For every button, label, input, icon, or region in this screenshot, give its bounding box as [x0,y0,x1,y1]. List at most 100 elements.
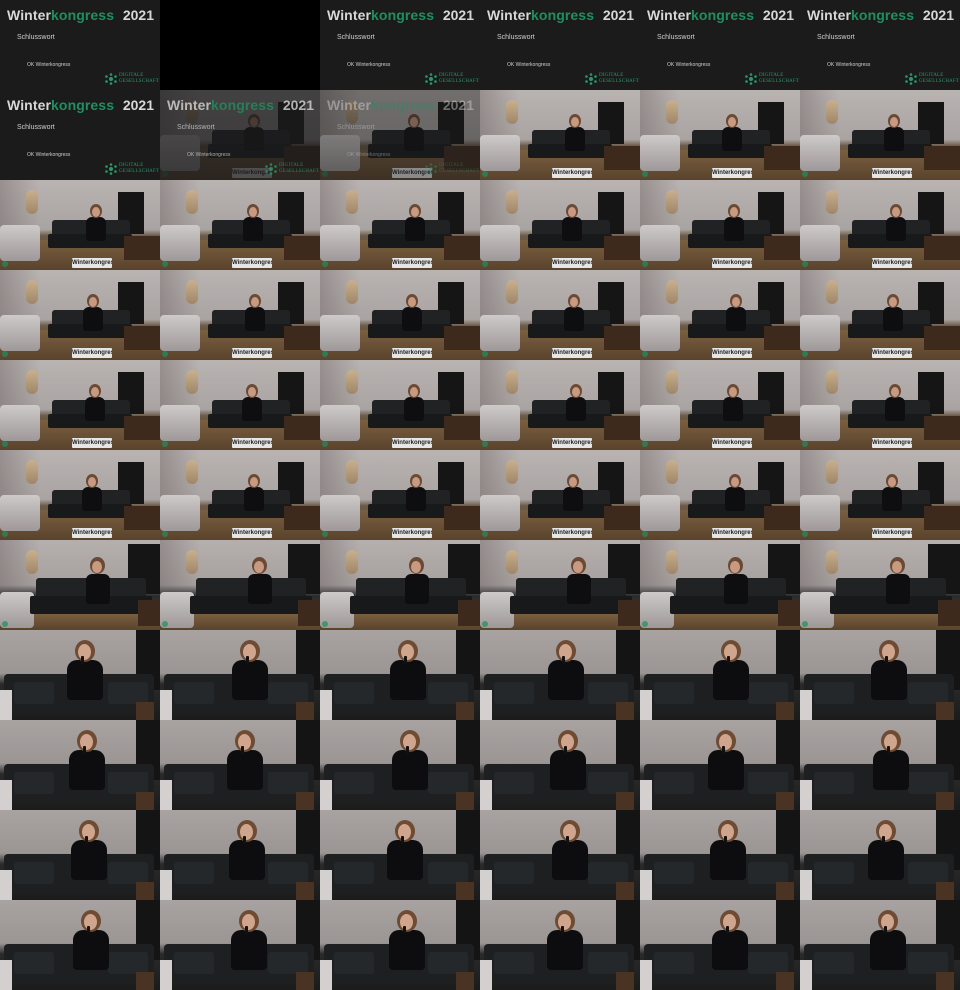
event-year: 2021 [442,7,474,23]
sofa-cushion [14,682,54,704]
speaker-face [888,477,896,487]
floor-lamp [26,550,38,574]
side-table [136,792,154,810]
event-title: Winterkongress [647,7,754,23]
title-card-frame: Winterkongress 2021 Schlusswort OK Winte… [0,0,160,90]
event-sign: Winterkongress [392,258,432,268]
speaker-face [412,477,420,487]
speaker-body [726,307,746,331]
title-overlay: Winterkongress 2021 Schlusswort OK Winte… [160,90,320,180]
speaker-face [411,207,419,217]
armchair [800,690,812,720]
wide-shot-frame: Winterkongress [640,90,800,180]
floor-lamp [506,460,518,484]
watermark-logo-icon [162,351,168,357]
wide-shot-frame: Winterkongress [160,270,320,360]
close-up-frame [640,630,800,720]
watermark-logo-icon [482,441,488,447]
wide-shot-frame: Winterkongress [800,90,960,180]
speaker-body [868,840,904,880]
side-table [764,326,800,350]
speaker-body [885,397,905,421]
speaker-face [248,387,256,397]
logo-wordmark-line2: GESELLSCHAFT [759,78,800,84]
wide-shot-frame: Winterkongress [0,360,160,450]
speaker-body [724,574,748,604]
wide-shot-frame: Winterkongress [160,180,320,270]
side-table [924,416,960,440]
armchair [800,315,840,351]
event-sign: Winterkongress [872,258,912,268]
side-table [604,326,640,350]
side-table [136,702,154,720]
microphone-icon [724,836,727,844]
event-year: 2021 [762,7,794,23]
side-table [936,972,954,990]
digitale-gesellschaft-logo-icon [745,73,757,85]
event-year: 2021 [442,97,474,113]
armchair [480,225,520,261]
logo-wordmark: DIGITALE GESELLSCHAFT [119,73,159,84]
medium-shot-frame: Winterkongress [320,540,480,630]
sofa-cushion [748,862,788,884]
sofa-cushion [174,772,214,794]
speaker-name: OK Winterkongress [27,152,71,158]
speaker-body [552,840,588,880]
sofa-cushion [268,772,308,794]
speaker-body [242,397,262,421]
armchair [160,960,172,990]
sofa-cushion [334,772,374,794]
speaker-body [723,397,743,421]
event-title-winter: Winter [647,7,692,23]
digitale-gesellschaft-logo-icon [425,73,437,85]
speaker-face [92,561,102,573]
floor-lamp [506,550,518,574]
armchair [320,870,332,900]
side-table [444,326,480,350]
speaker-face [572,387,580,397]
armchair [0,495,40,531]
close-up-frame [0,720,160,810]
floor-lamp [666,460,678,484]
sofa-cushion [428,772,468,794]
speaker-face [724,644,737,660]
logo-wordmark: DIGITALE GESELLSCHAFT [439,163,479,174]
sofa-cushion [268,862,308,884]
floor-lamp [506,280,518,304]
speaker-face [242,914,255,930]
sofa-cushion [814,952,854,974]
side-table [616,792,634,810]
logo-wordmark: DIGITALE GESELLSCHAFT [919,73,959,84]
speaker-body [550,750,586,790]
armchair [320,495,360,531]
side-table [458,600,480,626]
watermark-logo-icon [802,531,808,537]
floor-lamp [186,370,198,394]
speaker-body [390,660,426,700]
speaker-body [227,750,263,790]
logo-wordmark-line2: GESELLSCHAFT [439,168,480,174]
speaker-body [405,217,425,241]
microphone-icon [562,656,565,664]
event-title-winter: Winter [167,97,212,113]
speaker-body [406,487,426,511]
speaker-body [871,660,907,700]
contact-sheet: Winterkongress 2021 Schlusswort OK Winte… [0,0,960,990]
watermark-logo-icon [482,171,488,177]
side-table [616,882,634,900]
sofa-cushion [814,862,854,884]
speaker-face [249,207,257,217]
speaker-face [92,207,100,217]
speaker-name: OK Winterkongress [27,62,71,68]
event-year: 2021 [122,7,154,23]
side-table [604,146,640,170]
floor-lamp [186,190,198,214]
side-table [764,236,800,260]
watermark-logo-icon [482,531,488,537]
speaker-face [243,644,256,660]
wide-shot-frame: Winterkongress [480,90,640,180]
floor-lamp [826,190,838,214]
sofa-cushion [494,952,534,974]
close-up-frame [160,630,320,720]
sofa-cushion [748,952,788,974]
